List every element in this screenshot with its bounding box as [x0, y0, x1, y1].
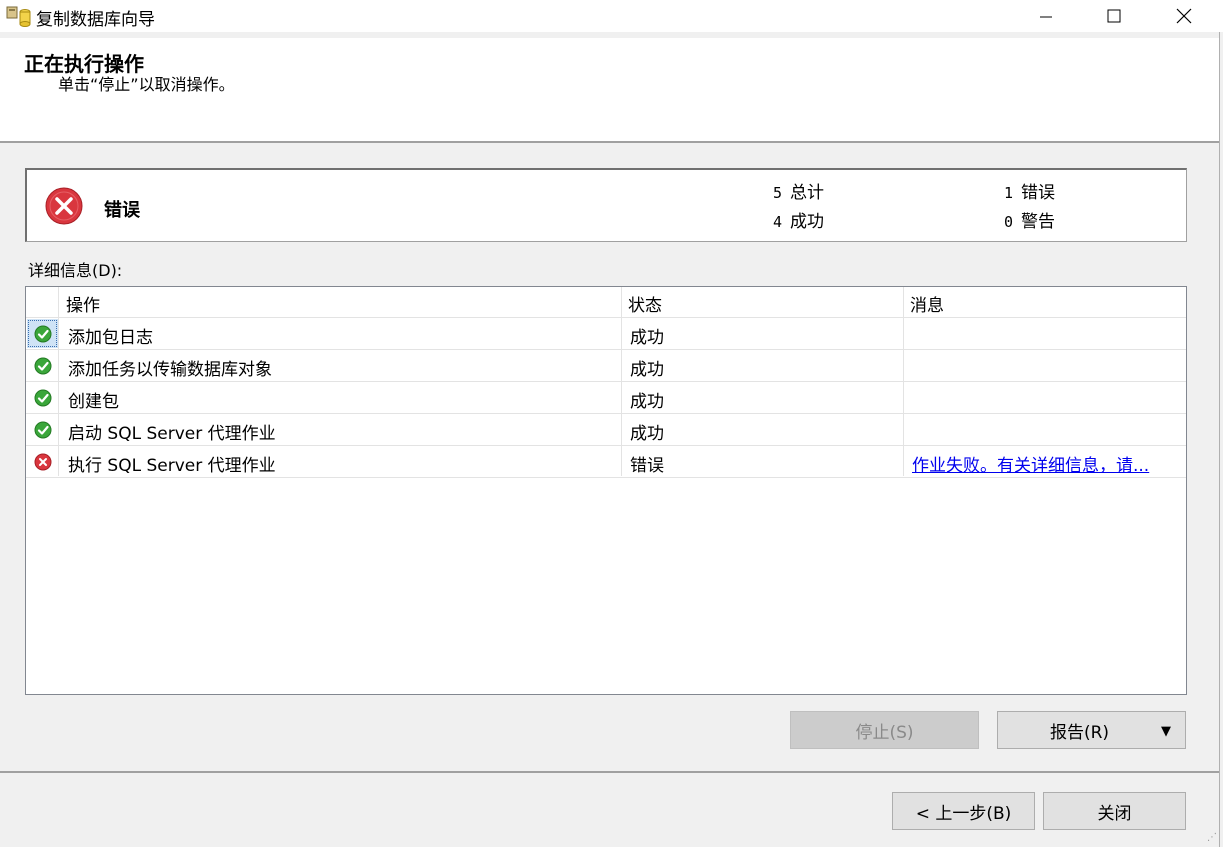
- row-status: 成功: [630, 424, 664, 444]
- total-count: 5 总计: [773, 183, 825, 203]
- dropdown-arrow-icon[interactable]: ▼: [1161, 724, 1171, 739]
- table-row[interactable]: 执行 SQL Server 代理作业 错误 作业失败。有关详细信息，请...: [26, 446, 1186, 478]
- row-action: 创建包: [68, 392, 119, 412]
- title-bar: 复制数据库向导: [0, 0, 1223, 32]
- error-message-link[interactable]: 作业失败。有关详细信息，请...: [912, 451, 1149, 476]
- column-header-action[interactable]: 操作: [66, 291, 100, 316]
- close-button-label: 关闭: [1097, 803, 1132, 824]
- grid-header: 操作 状态 消息: [26, 287, 1186, 318]
- window-title: 复制数据库向导: [36, 10, 155, 30]
- close-icon: [1176, 8, 1192, 24]
- report-button-label: 报告(R): [1049, 722, 1110, 743]
- table-row[interactable]: 添加任务以传输数据库对象 成功: [26, 350, 1186, 382]
- close-button[interactable]: 关闭: [1043, 792, 1186, 830]
- database-wizard-icon: [6, 6, 31, 27]
- back-button[interactable]: < 上一步(B): [892, 792, 1035, 830]
- success-icon: [34, 389, 52, 407]
- table-row[interactable]: 启动 SQL Server 代理作业 成功: [26, 414, 1186, 446]
- success-count: 4 成功: [773, 212, 825, 232]
- error-icon: [34, 453, 52, 471]
- row-action: 添加任务以传输数据库对象: [68, 360, 272, 380]
- row-action: 启动 SQL Server 代理作业: [68, 424, 276, 444]
- window-border: [1219, 32, 1220, 847]
- row-status: 成功: [630, 360, 664, 380]
- header-divider: [0, 141, 1219, 143]
- row-status: 错误: [630, 456, 664, 476]
- close-window-button[interactable]: [1149, 0, 1219, 32]
- footer-divider: [0, 771, 1219, 773]
- success-icon: [34, 421, 52, 439]
- success-icon: [34, 325, 52, 343]
- back-button-label: < 上一步(B): [915, 803, 1012, 824]
- minimize-icon: [1040, 16, 1052, 18]
- error-count: 1 错误: [1004, 183, 1056, 203]
- warning-count: 0 警告: [1004, 212, 1056, 232]
- error-icon: [45, 187, 83, 225]
- summary-panel: 错误 5 总计 4 成功 1 错误 0 警告: [25, 168, 1187, 242]
- column-header-status[interactable]: 状态: [628, 291, 662, 316]
- row-action: 添加包日志: [68, 328, 153, 348]
- report-button[interactable]: 报告(R) ▼: [997, 711, 1186, 749]
- table-row[interactable]: 添加包日志 成功: [26, 318, 1186, 350]
- wizard-header: 正在执行操作 单击“停止”以取消操作。: [0, 38, 1219, 142]
- overall-status: 错误: [104, 200, 140, 221]
- details-label: 详细信息(D):: [28, 261, 123, 280]
- success-icon: [34, 357, 52, 375]
- table-row[interactable]: 创建包 成功: [26, 382, 1186, 414]
- stop-button-label: 停止(S): [855, 722, 914, 743]
- row-status: 成功: [630, 328, 664, 348]
- row-status: 成功: [630, 392, 664, 412]
- minimize-button[interactable]: [1011, 0, 1081, 32]
- maximize-button[interactable]: [1079, 0, 1149, 32]
- page-subtitle: 单击“停止”以取消操作。: [58, 75, 235, 94]
- resize-grip-icon[interactable]: ⋰: [1207, 832, 1217, 843]
- details-grid[interactable]: 操作 状态 消息 添加包日志 成功 添加任务以传输数据库对象 成功 创建包 成功: [25, 286, 1187, 695]
- maximize-icon: [1107, 9, 1121, 23]
- column-header-message[interactable]: 消息: [910, 291, 944, 316]
- row-action: 执行 SQL Server 代理作业: [68, 456, 276, 476]
- stop-button[interactable]: 停止(S): [790, 711, 979, 749]
